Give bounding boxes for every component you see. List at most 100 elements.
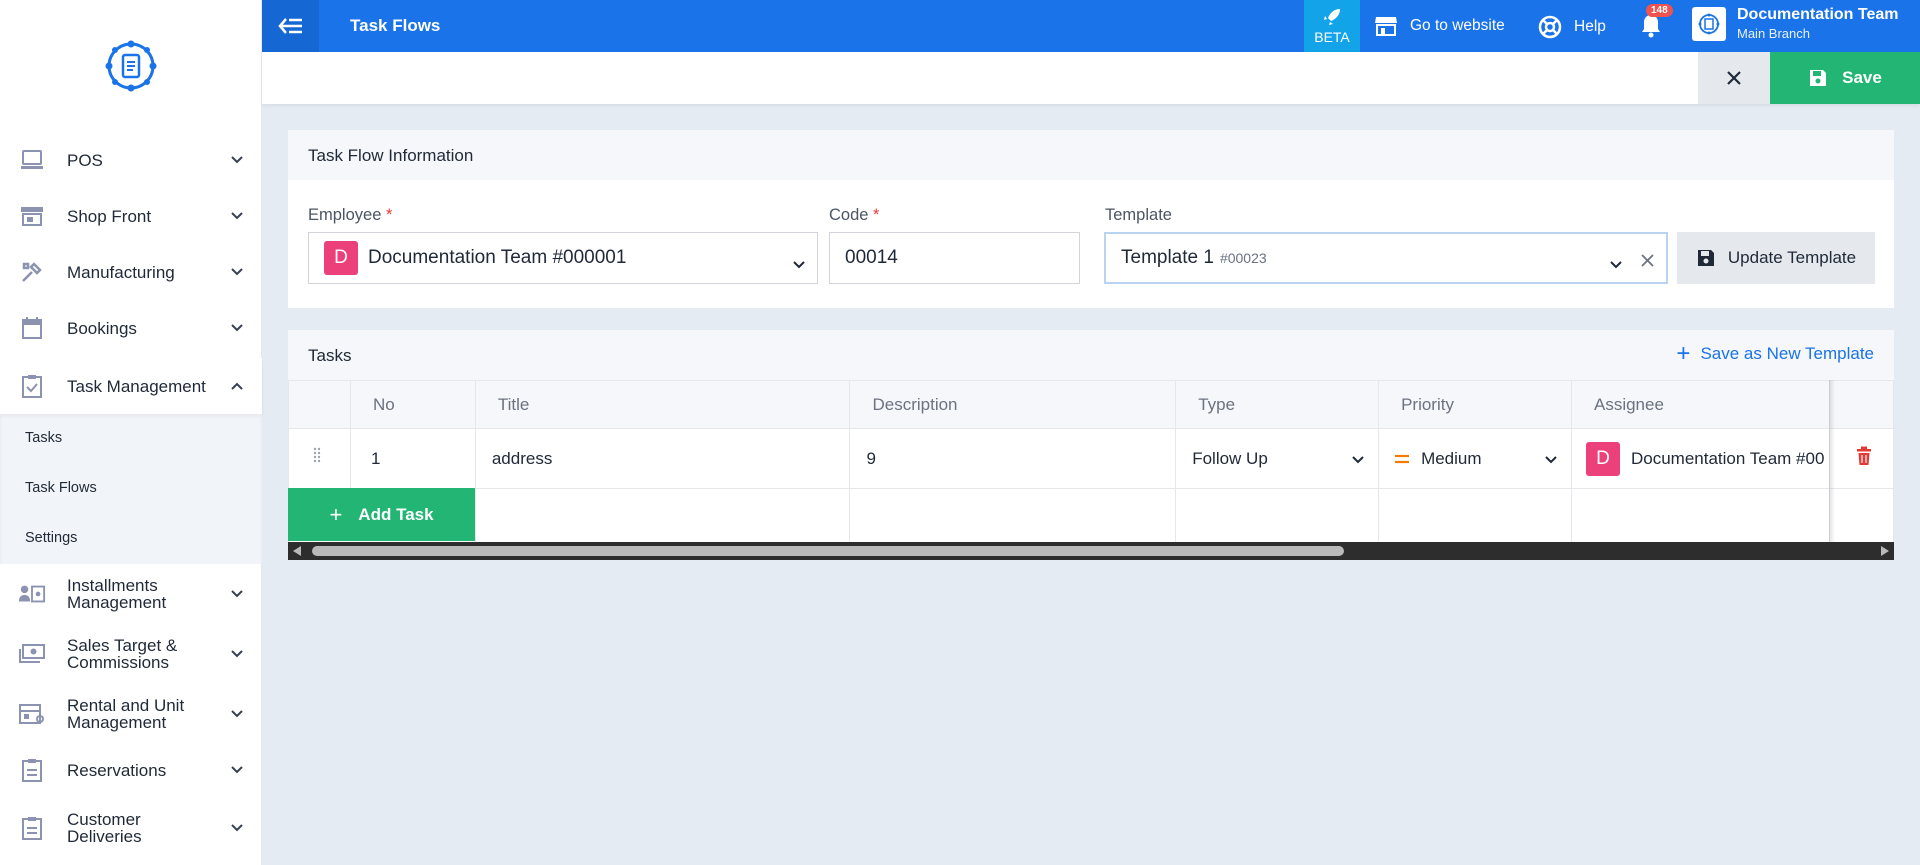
team-switcher[interactable]: Documentation Team Main Branch	[1737, 6, 1899, 41]
template-select[interactable]: Template 1 #00023	[1104, 232, 1668, 284]
actions-column-header	[1828, 380, 1895, 429]
branch-name: Main Branch	[1737, 26, 1810, 41]
money-icon	[18, 640, 46, 668]
store-icon	[18, 202, 46, 230]
rocket-icon	[1324, 9, 1340, 25]
plus-icon: +	[1676, 340, 1691, 367]
sidebar: POS Shop Front Manufacturing Bookings Ta…	[0, 0, 262, 865]
update-template-button[interactable]: Update Template	[1677, 232, 1875, 284]
beta-label: BETA	[1314, 29, 1350, 45]
sidebar-item-manufacturing[interactable]: Manufacturing	[0, 250, 262, 294]
chevron-down-icon	[1610, 253, 1622, 275]
delete-task-button[interactable]	[1828, 428, 1895, 489]
chevron-down-icon	[230, 153, 244, 167]
task-assignee-select[interactable]: D Documentation Team #00	[1570, 428, 1830, 489]
go-to-website-link[interactable]: Go to website	[1374, 15, 1505, 37]
tasks-panel: Tasks + Save as New Template No Title De…	[288, 330, 1895, 560]
horizontal-scrollbar[interactable]	[288, 542, 1894, 560]
scroll-right-icon[interactable]	[1881, 546, 1889, 556]
calendar-icon	[18, 314, 46, 342]
floppy-disk-icon	[1697, 250, 1714, 266]
chevron-down-icon	[230, 209, 244, 223]
chevron-down-icon	[230, 587, 244, 601]
chevron-down-icon	[230, 763, 244, 777]
priority-medium-icon	[1395, 454, 1410, 463]
logo[interactable]	[0, 0, 261, 132]
tools-icon	[18, 258, 46, 286]
task-type-value: Follow Up	[1192, 448, 1268, 468]
clipboard-list-icon	[18, 756, 46, 784]
column-header-description: Description	[849, 380, 1177, 429]
column-header-no: No	[349, 380, 476, 429]
column-header-assignee: Assignee	[1570, 380, 1830, 429]
sidebar-item-installments[interactable]: Installments Management	[0, 572, 262, 616]
submenu-settings[interactable]: Settings	[25, 530, 77, 546]
task-description-cell[interactable]: 9	[849, 428, 1177, 489]
submenu-tasks[interactable]: Tasks	[25, 430, 62, 446]
clear-icon[interactable]	[1641, 251, 1654, 273]
notification-badge: 148	[1646, 4, 1673, 17]
task-management-submenu: Tasks Task Flows Settings	[0, 414, 262, 564]
column-header-priority: Priority	[1378, 380, 1572, 429]
clipboard-check-icon	[18, 372, 46, 400]
laptop-icon	[18, 146, 46, 174]
sidebar-item-task-management[interactable]: Task Management	[0, 358, 262, 414]
trash-icon	[1856, 446, 1871, 465]
drag-handle-icon	[313, 447, 321, 463]
template-code: #00023	[1219, 250, 1267, 266]
drag-handle[interactable]	[288, 428, 351, 489]
task-type-select[interactable]: Follow Up	[1175, 428, 1380, 489]
sidebar-item-reservations[interactable]: Reservations	[0, 748, 262, 792]
team-avatar[interactable]	[1692, 7, 1726, 41]
sidebar-toggle-button[interactable]	[262, 0, 319, 52]
column-header-title: Title	[474, 380, 851, 429]
page-title: Task Flows	[350, 16, 441, 35]
task-flow-info-panel: Task Flow Information Employee * D Docum…	[288, 130, 1894, 308]
chevron-up-icon	[230, 379, 244, 393]
task-priority-value: Medium	[1421, 448, 1482, 468]
save-as-new-template-button[interactable]: + Save as New Template	[1676, 340, 1874, 367]
table-header-row: No Title Description Type Priority Assig…	[288, 380, 1895, 429]
beta-button[interactable]: BETA	[1304, 0, 1360, 52]
sidebar-item-sales-target[interactable]: Sales Target & Commissions	[0, 632, 262, 676]
team-name: Documentation Team	[1737, 6, 1899, 23]
sidebar-item-rental[interactable]: Rental and Unit Management	[0, 692, 262, 736]
add-task-button[interactable]: + Add Task	[288, 488, 475, 541]
chevron-down-icon	[793, 253, 805, 275]
chevron-down-icon	[230, 265, 244, 279]
panel-title: Task Flow Information	[288, 130, 1894, 180]
tasks-title: Tasks	[288, 330, 1894, 380]
close-button[interactable]	[1698, 52, 1770, 104]
assignee-avatar: D	[1585, 441, 1620, 476]
arrow-left-menu-icon	[277, 18, 302, 34]
chevron-down-icon	[1545, 449, 1557, 469]
task-assignee-value: Documentation Team #00	[1630, 448, 1825, 468]
task-title-cell[interactable]: address	[474, 428, 851, 489]
top-bar: Task Flows BETA Go to website Help 148 D…	[262, 0, 1920, 52]
sticky-column-shadow	[1829, 380, 1835, 542]
bell-icon[interactable]	[1640, 13, 1662, 44]
clipboard-list-icon	[18, 814, 46, 842]
action-bar: Save	[262, 52, 1920, 104]
sidebar-item-pos[interactable]: POS	[0, 138, 262, 182]
help-link[interactable]: Help	[1538, 15, 1606, 39]
building-key-icon	[18, 700, 46, 728]
template-label: Template	[1105, 206, 1172, 224]
task-no-cell[interactable]: 1	[349, 428, 476, 489]
code-label: Code *	[829, 206, 880, 224]
code-input[interactable]: 00014	[829, 232, 1080, 284]
task-priority-select[interactable]: Medium	[1378, 428, 1572, 489]
chevron-down-icon	[230, 707, 244, 721]
submenu-task-flows[interactable]: Task Flows	[25, 480, 97, 496]
save-button[interactable]: Save	[1770, 52, 1920, 104]
scroll-left-icon[interactable]	[293, 546, 301, 556]
code-value: 00014	[845, 247, 898, 268]
plus-icon: +	[329, 501, 343, 527]
sidebar-item-shop-front[interactable]: Shop Front	[0, 194, 262, 238]
employee-select[interactable]: D Documentation Team #000001	[308, 232, 818, 284]
chevron-down-icon	[230, 821, 244, 835]
sidebar-item-bookings[interactable]: Bookings	[0, 306, 262, 350]
app-logo-icon	[105, 40, 156, 92]
scroll-thumb[interactable]	[312, 546, 1344, 556]
sidebar-item-customer-deliveries[interactable]: Customer Deliveries	[0, 806, 262, 850]
